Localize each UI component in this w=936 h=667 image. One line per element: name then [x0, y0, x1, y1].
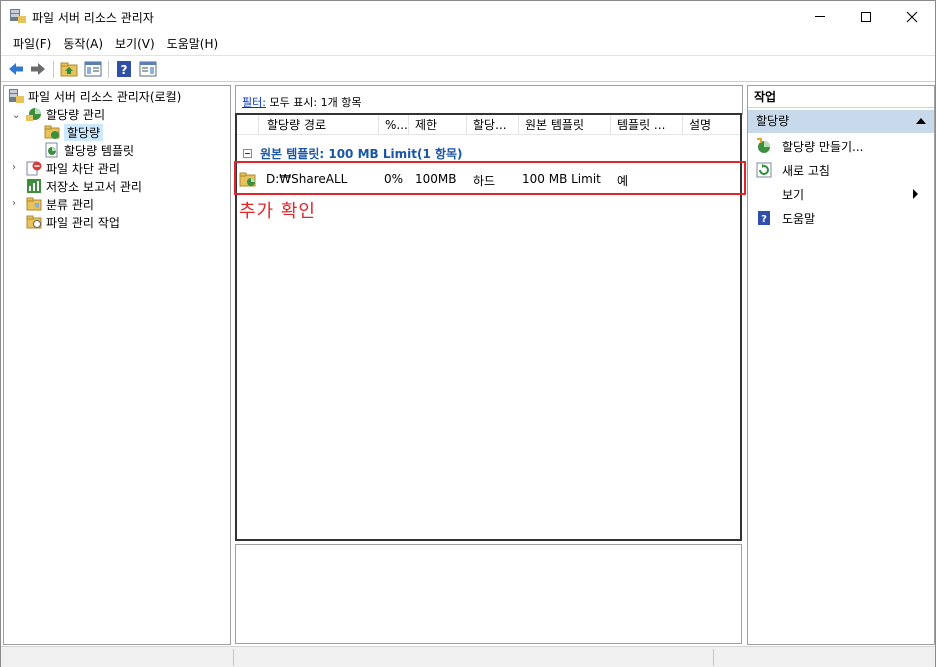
group-label: 원본 템플릿: 100 MB Limit(1 항목)	[260, 147, 463, 161]
collapse-up-icon[interactable]	[916, 118, 926, 124]
view-icon-spacer	[756, 186, 772, 202]
chevron-down-icon[interactable]: ⌄	[12, 111, 22, 121]
actions-pane: 작업 할당량 할당량 만들기... 새로 고침 보기 ? 도움말	[747, 85, 935, 645]
chevron-right-icon	[913, 189, 918, 199]
tree-item-quota-management[interactable]: 할당량 관리	[26, 105, 105, 123]
column-header: 할당량 경로 %... 제한 할당... 원본 템플릿 템플릿 ... 설명	[237, 115, 740, 135]
tree-label-quota-management: 할당량 관리	[46, 107, 106, 122]
action-help[interactable]: ? 도움말	[756, 208, 815, 228]
tree-label-file-management-tasks: 파일 관리 작업	[46, 215, 120, 230]
highlight-box	[234, 161, 746, 195]
quota-management-icon	[26, 108, 41, 121]
chevron-right-icon[interactable]: ›	[12, 199, 22, 209]
file-server-app-icon	[10, 9, 26, 23]
svg-text:?: ?	[761, 214, 767, 225]
create-quota-icon	[757, 138, 770, 153]
action-label-refresh: 새로 고침	[782, 163, 830, 178]
file-screen-icon	[26, 161, 42, 176]
actions-group-label: 할당량	[756, 114, 790, 128]
column-quota-path[interactable]: 할당량 경로	[259, 115, 379, 135]
column-percent[interactable]: %...	[379, 115, 409, 135]
show-hide-action-pane-icon[interactable]	[139, 60, 157, 78]
classification-icon	[26, 197, 42, 211]
menu-help[interactable]: 도움말(H)	[161, 35, 225, 52]
status-separator	[713, 649, 714, 666]
up-folder-icon[interactable]	[60, 60, 78, 78]
column-spacer	[237, 115, 259, 135]
actions-title: 작업	[748, 86, 934, 108]
menu-action[interactable]: 동작(A)	[57, 35, 109, 52]
storage-report-icon	[27, 179, 41, 193]
annotation-text: 추가 확인	[239, 201, 316, 222]
status-bar	[1, 646, 935, 667]
tree-label-quota-templates: 할당량 템플릿	[64, 143, 135, 158]
back-arrow-icon[interactable]	[7, 60, 25, 78]
action-label-create-quota: 할당량 만들기...	[782, 139, 864, 154]
maximize-button[interactable]	[843, 1, 889, 32]
quota-folder-icon	[44, 125, 60, 139]
title-bar: 파일 서버 리소스 관리자	[1, 1, 935, 32]
minimize-button[interactable]	[797, 1, 843, 32]
column-description[interactable]: 설명	[683, 115, 740, 135]
tree-item-quotas[interactable]: 할당량	[44, 123, 104, 141]
refresh-icon	[756, 162, 772, 178]
menu-view[interactable]: 보기(V)	[109, 35, 161, 52]
show-hide-console-tree-icon[interactable]	[84, 60, 102, 78]
app-window: 파일 서버 리소스 관리자 파일(F) 동작(A) 보기(V) 도움말(H) ?…	[0, 0, 936, 667]
column-matches-template[interactable]: 템플릿 ...	[611, 115, 683, 135]
quota-template-icon	[45, 142, 58, 158]
menu-bar: 파일(F) 동작(A) 보기(V) 도움말(H)	[1, 32, 935, 54]
server-icon	[9, 89, 24, 103]
help-icon[interactable]: ?	[115, 60, 133, 78]
column-limit[interactable]: 제한	[409, 115, 467, 135]
collapse-icon[interactable]	[243, 149, 252, 158]
help-icon: ?	[758, 211, 770, 225]
detail-pane	[235, 544, 742, 644]
filter-line: 필터: 모두 표시: 1개 항목	[242, 94, 362, 110]
toolbar: ?	[1, 55, 935, 82]
tree-item-quota-templates[interactable]: 할당량 템플릿	[44, 141, 134, 159]
menu-file[interactable]: 파일(F)	[7, 35, 57, 52]
tree-item-storage-reports[interactable]: 저장소 보고서 관리	[26, 177, 142, 195]
forward-arrow-icon[interactable]	[29, 60, 47, 78]
chevron-right-icon[interactable]: ›	[12, 163, 22, 173]
column-quota-type[interactable]: 할당...	[467, 115, 519, 135]
tree-item-classification[interactable]: 분류 관리	[26, 195, 94, 213]
console-tree: 파일 서버 리소스 관리자(로컬) ⌄ 할당량 관리 할당량 할당량 템플릿 ›…	[3, 85, 231, 645]
close-button[interactable]	[889, 1, 935, 32]
tree-label-root: 파일 서버 리소스 관리자(로컬)	[28, 89, 182, 104]
filter-bar: 필터: 모두 표시: 1개 항목	[235, 85, 743, 115]
minimize-icon	[815, 16, 825, 17]
maximize-icon	[861, 11, 871, 22]
file-task-icon	[26, 215, 42, 229]
filter-value: 모두 표시: 1개 항목	[269, 96, 362, 109]
tree-label-classification: 분류 관리	[46, 197, 94, 212]
action-refresh[interactable]: 새로 고침	[756, 160, 830, 180]
column-source-template[interactable]: 원본 템플릿	[519, 115, 611, 135]
action-label-help: 도움말	[782, 211, 816, 226]
action-create-quota[interactable]: 할당량 만들기...	[756, 136, 864, 156]
filter-link[interactable]: 필터:	[242, 96, 266, 109]
action-label-view: 보기	[782, 187, 805, 202]
actions-group-header[interactable]: 할당량	[748, 110, 934, 133]
toolbar-separator	[108, 61, 109, 78]
tree-label-storage-reports: 저장소 보고서 관리	[46, 179, 142, 194]
status-separator	[233, 649, 234, 666]
tree-item-file-screening[interactable]: 파일 차단 관리	[26, 159, 120, 177]
group-header[interactable]: 원본 템플릿: 100 MB Limit(1 항목)	[243, 145, 463, 162]
toolbar-separator	[53, 61, 54, 78]
tree-item-file-management-tasks[interactable]: 파일 관리 작업	[26, 213, 120, 231]
action-view[interactable]: 보기	[756, 184, 928, 204]
svg-text:?: ?	[121, 63, 128, 77]
tree-item-root[interactable]: 파일 서버 리소스 관리자(로컬)	[8, 87, 181, 105]
window-title: 파일 서버 리소스 관리자	[32, 11, 154, 25]
tree-label-quotas: 할당량	[64, 123, 104, 141]
close-icon	[906, 11, 918, 22]
tree-label-file-screening: 파일 차단 관리	[46, 161, 120, 176]
